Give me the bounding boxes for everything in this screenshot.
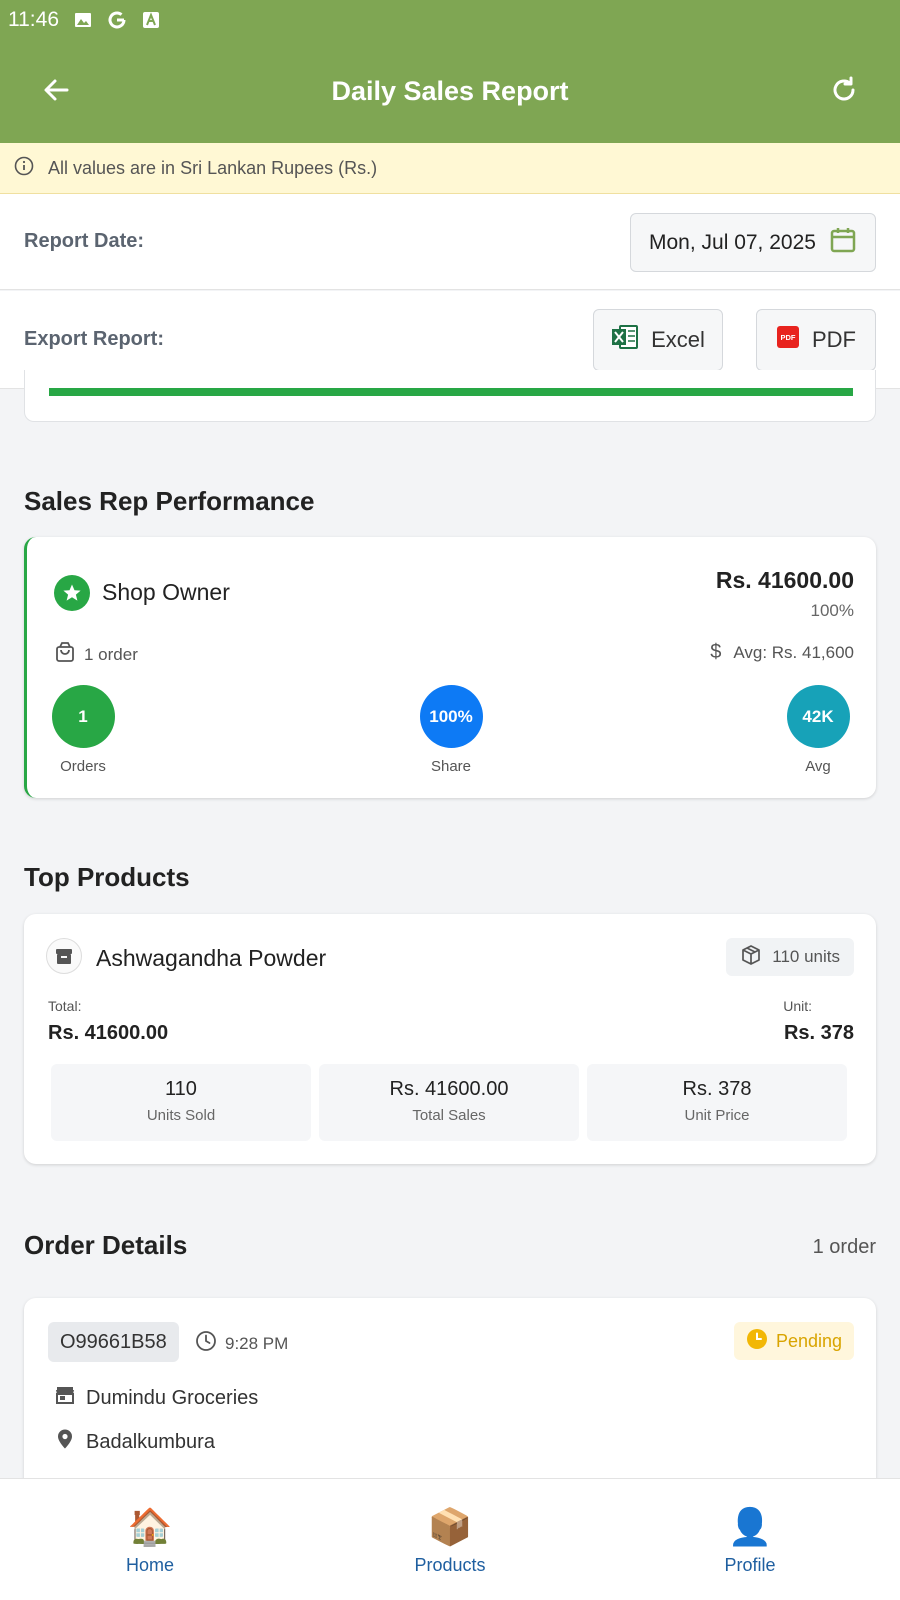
sales-rep-card[interactable]: Shop Owner Rs. 41600.00 100% 1 order $ A…: [24, 537, 876, 798]
stat-total-sales: Rs. 41600.00 Total Sales: [319, 1064, 579, 1141]
dollar-icon: $: [710, 641, 722, 663]
svg-text:PDF: PDF: [781, 333, 796, 342]
metric-share-circle: 100%: [419, 685, 483, 748]
date-picker-button[interactable]: Mon, Jul 07, 2025: [630, 213, 876, 272]
section-title-sales-rep: Sales Rep Performance: [24, 486, 315, 516]
refresh-icon[interactable]: [824, 70, 864, 110]
metric-avg-label: Avg: [805, 758, 831, 775]
units-badge: 110 units: [726, 938, 854, 976]
product-unit-label: Unit:: [783, 998, 812, 1014]
box-icon: [740, 944, 762, 971]
report-date-value: Mon, Jul 07, 2025: [649, 230, 816, 254]
order-time: 9:28 PM: [195, 1330, 288, 1357]
package-icon: 📦: [427, 1506, 473, 1547]
house-icon: 🏠: [127, 1506, 173, 1547]
excel-icon: [611, 324, 639, 356]
progress-fill: 100%: [49, 388, 853, 414]
order-card[interactable]: O99661B58 9:28 PM Pending Dumindu Grocer…: [24, 1298, 876, 1498]
metric-orders-label: Orders: [60, 758, 106, 775]
back-arrow-icon[interactable]: [36, 70, 76, 110]
status-time: 11:46: [8, 8, 59, 31]
currency-info-banner: All values are in Sri Lankan Rupees (Rs.…: [0, 143, 900, 194]
person-icon: 👤: [727, 1506, 773, 1547]
stat-units-sold-label: Units Sold: [146, 1107, 216, 1124]
rep-average-text: Avg: Rs. 41,600: [733, 642, 854, 662]
rep-share-percent: 100%: [810, 601, 854, 620]
nav-home[interactable]: 🏠 Home: [0, 1479, 300, 1600]
summary-card-partial: 100%: [24, 370, 876, 422]
export-report-label: Export Report:: [24, 328, 164, 350]
export-pdf-label: PDF: [812, 327, 856, 352]
metric-avg-circle: 42K: [786, 685, 850, 748]
order-shop: Dumindu Groceries: [54, 1384, 258, 1412]
section-title-top-products: Top Products: [24, 862, 190, 892]
status-badge-text: Pending: [775, 1330, 842, 1351]
nav-products-label: Products: [414, 1555, 486, 1575]
export-excel-label: Excel: [651, 327, 705, 352]
nav-profile[interactable]: 👤 Profile: [600, 1479, 900, 1600]
rep-orders-text: 1 order: [84, 644, 138, 664]
order-location-name: Badalkumbura: [86, 1430, 215, 1453]
export-pdf-button[interactable]: PDF PDF: [756, 309, 876, 371]
nav-products[interactable]: 📦 Products: [300, 1479, 600, 1600]
section-title-order-details: Order Details: [24, 1230, 188, 1260]
nav-home-label: Home: [125, 1555, 174, 1575]
rep-average: $ Avg: Rs. 41,600: [710, 641, 854, 664]
metric-avg: 42K Avg: [773, 685, 863, 775]
metric-share-label: Share: [430, 758, 472, 775]
stat-total-sales-value: Rs. 41600.00: [389, 1078, 509, 1100]
order-id-badge: O99661B58: [48, 1322, 179, 1362]
bottom-navigation: 🏠 Home 📦 Products 👤 Profile: [0, 1478, 900, 1600]
product-card[interactable]: Ashwagandha Powder 110 units Total: Rs. …: [24, 914, 876, 1164]
shopping-bag-icon: [54, 641, 76, 668]
stat-units-sold: 110 Units Sold: [51, 1064, 311, 1141]
report-date-row: Report Date: Mon, Jul 07, 2025: [0, 194, 900, 290]
google-icon: [107, 10, 127, 30]
page-title: Daily Sales Report: [331, 76, 569, 106]
pdf-icon: PDF: [776, 325, 800, 355]
nav-profile-label: Profile: [724, 1555, 776, 1575]
stat-units-sold-value: 110: [165, 1078, 197, 1100]
calendar-icon: [829, 226, 857, 260]
archive-icon: [46, 938, 82, 974]
order-count: 1 order: [812, 1236, 876, 1258]
stat-unit-price: Rs. 378 Unit Price: [587, 1064, 847, 1141]
progress-track: 100%: [49, 388, 853, 414]
order-shop-name: Dumindu Groceries: [86, 1386, 259, 1409]
info-icon: [14, 156, 34, 181]
location-pin-icon: [54, 1428, 76, 1456]
metric-orders-circle: 1: [51, 685, 115, 748]
product-unit-value: Rs. 378: [783, 1022, 854, 1044]
rep-name: Shop Owner: [102, 579, 230, 605]
metric-orders: 1 Orders: [38, 685, 128, 775]
clock-icon: [195, 1330, 217, 1357]
stat-unit-price-value: Rs. 378: [682, 1078, 752, 1100]
status-bar: 11:46: [0, 0, 900, 40]
metric-share: 100% Share: [406, 685, 496, 775]
product-name: Ashwagandha Powder: [96, 945, 327, 971]
pending-clock-icon: [746, 1328, 768, 1355]
product-total-label: Total:: [48, 998, 82, 1014]
currency-info-text: All values are in Sri Lankan Rupees (Rs.…: [48, 157, 378, 178]
status-badge: Pending: [733, 1322, 854, 1360]
image-icon: [73, 10, 93, 30]
stat-unit-price-label: Unit Price: [684, 1107, 750, 1124]
rep-orders: 1 order: [54, 641, 138, 668]
store-icon: [54, 1384, 76, 1412]
report-date-label: Report Date:: [24, 230, 145, 252]
order-time-text: 9:28 PM: [225, 1333, 289, 1353]
units-badge-text: 110 units: [772, 947, 840, 966]
rep-total-sales: Rs. 41600.00: [715, 567, 854, 593]
star-icon: [54, 575, 90, 611]
font-icon: [141, 10, 161, 30]
product-total-value: Rs. 41600.00: [48, 1022, 169, 1044]
order-location: Badalkumbura: [54, 1428, 215, 1456]
progress-text: 100%: [820, 402, 849, 414]
app-bar: Daily Sales Report: [0, 40, 900, 143]
export-excel-button[interactable]: Excel: [593, 309, 723, 371]
stat-total-sales-label: Total Sales: [412, 1107, 486, 1124]
